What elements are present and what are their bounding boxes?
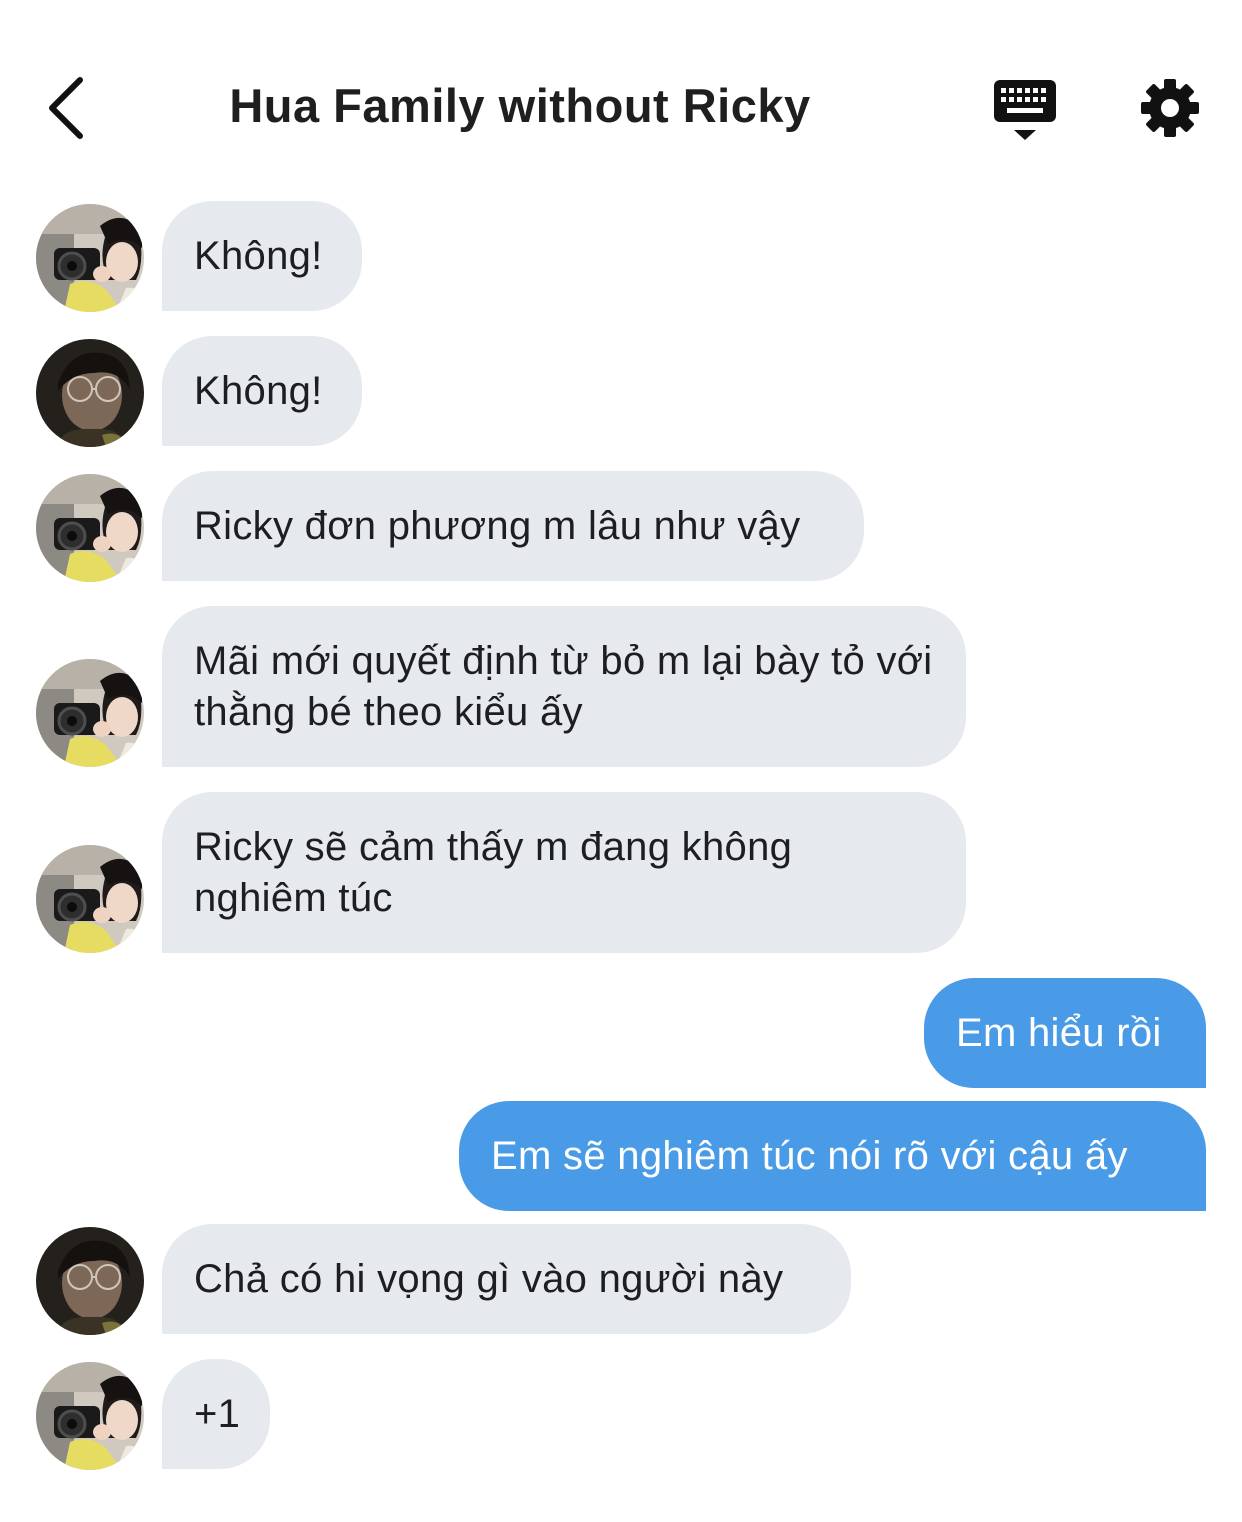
avatar[interactable] [36,204,144,312]
chat-header: Hua Family without Ricky [0,0,1242,190]
message-bubble-incoming[interactable]: Ricky đơn phương m lâu như vậy [162,471,864,581]
message-text: +1 [194,1391,241,1436]
message-text: Em hiểu rồi [956,1010,1162,1055]
message-bubble-outgoing[interactable]: Em sẽ nghiêm túc nói rõ với cậu ấy [459,1101,1206,1211]
avatar[interactable] [36,339,144,447]
avatar[interactable] [36,659,144,767]
avatar[interactable] [36,1362,144,1470]
message-text: Ricky đơn phương m lâu như vậy [194,503,801,548]
message-bubble-outgoing[interactable]: Em hiểu rồi [924,978,1206,1088]
message-text: Chả có hi vọng gì vào người này [194,1256,784,1301]
keyboard-icon [994,80,1056,140]
message-text: Không! [194,368,323,413]
message-bubble-incoming[interactable]: Mãi mới quyết định từ bỏ m lại bày tỏ vớ… [162,606,966,767]
message-bubble-incoming[interactable]: Ricky sẽ cảm thấy m đang không nghiêm tú… [162,792,966,953]
message-bubble-incoming[interactable]: Không! [162,336,362,446]
chat-title: Hua Family without Ricky [229,79,811,132]
message-text: Không! [194,233,323,278]
message-bubble-incoming[interactable]: Chả có hi vọng gì vào người này [162,1224,851,1334]
avatar[interactable] [36,474,144,582]
avatar[interactable] [36,845,144,953]
message-text: Ricky sẽ cảm thấy m đang không nghiêm tú… [194,824,793,920]
keyboard-button[interactable] [992,78,1060,144]
message-text: Mãi mới quyết định từ bỏ m lại bày tỏ vớ… [194,638,933,734]
message-bubble-incoming[interactable]: Không! [162,201,362,311]
message-bubble-incoming[interactable]: +1 [162,1359,270,1469]
avatar[interactable] [36,1227,144,1335]
message-text: Em sẽ nghiêm túc nói rõ với cậu ấy [491,1133,1128,1178]
gear-icon [1141,79,1199,137]
settings-button[interactable] [1138,76,1202,140]
